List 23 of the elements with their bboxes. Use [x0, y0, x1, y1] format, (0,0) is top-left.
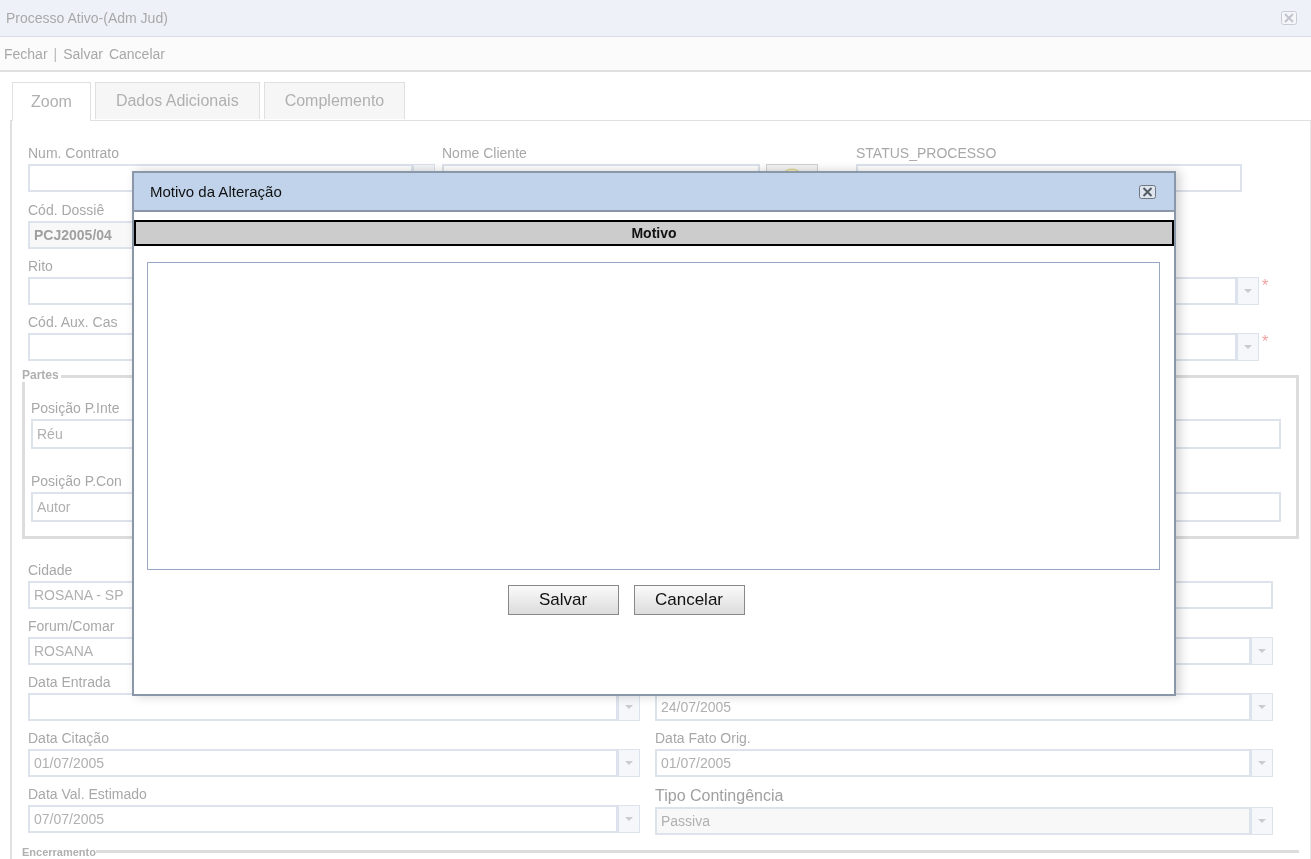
field-label: Posição P.Con [31, 473, 123, 490]
required-marker: * [1261, 277, 1270, 296]
dialog-title: Motivo da Alteração [150, 183, 282, 200]
fieldset-legend: Encerramento [22, 846, 96, 858]
fieldset-legend: Partes [22, 368, 61, 382]
field-label: Cód. Aux. Cas [28, 314, 119, 331]
required-marker: * [1261, 333, 1270, 352]
window-title: Processo Ativo-(Adm Jud) [6, 10, 168, 26]
field-label: Cidade [28, 562, 74, 579]
field-label: STATUS_PROCESSO [856, 145, 998, 162]
field-label: Forum/Comar [28, 618, 116, 635]
field-label: Tipo Contingência [655, 786, 785, 805]
field-label: Data Val. Estimado [28, 786, 148, 803]
field-label: Nome Cliente [442, 145, 528, 162]
field-label: Data Fato Orig. [655, 730, 752, 747]
field-label: Cód. Dossiê [28, 202, 106, 219]
field-label: Posição P.Inte [31, 400, 121, 417]
field-label: Rito [28, 258, 54, 275]
field-label: Data Entrada [28, 674, 112, 691]
column-header: Motivo [134, 220, 1174, 246]
toolbar-separator: | [53, 45, 58, 62]
field-label: Data Citação [28, 730, 110, 747]
field-label: Num. Contrato [28, 145, 121, 162]
